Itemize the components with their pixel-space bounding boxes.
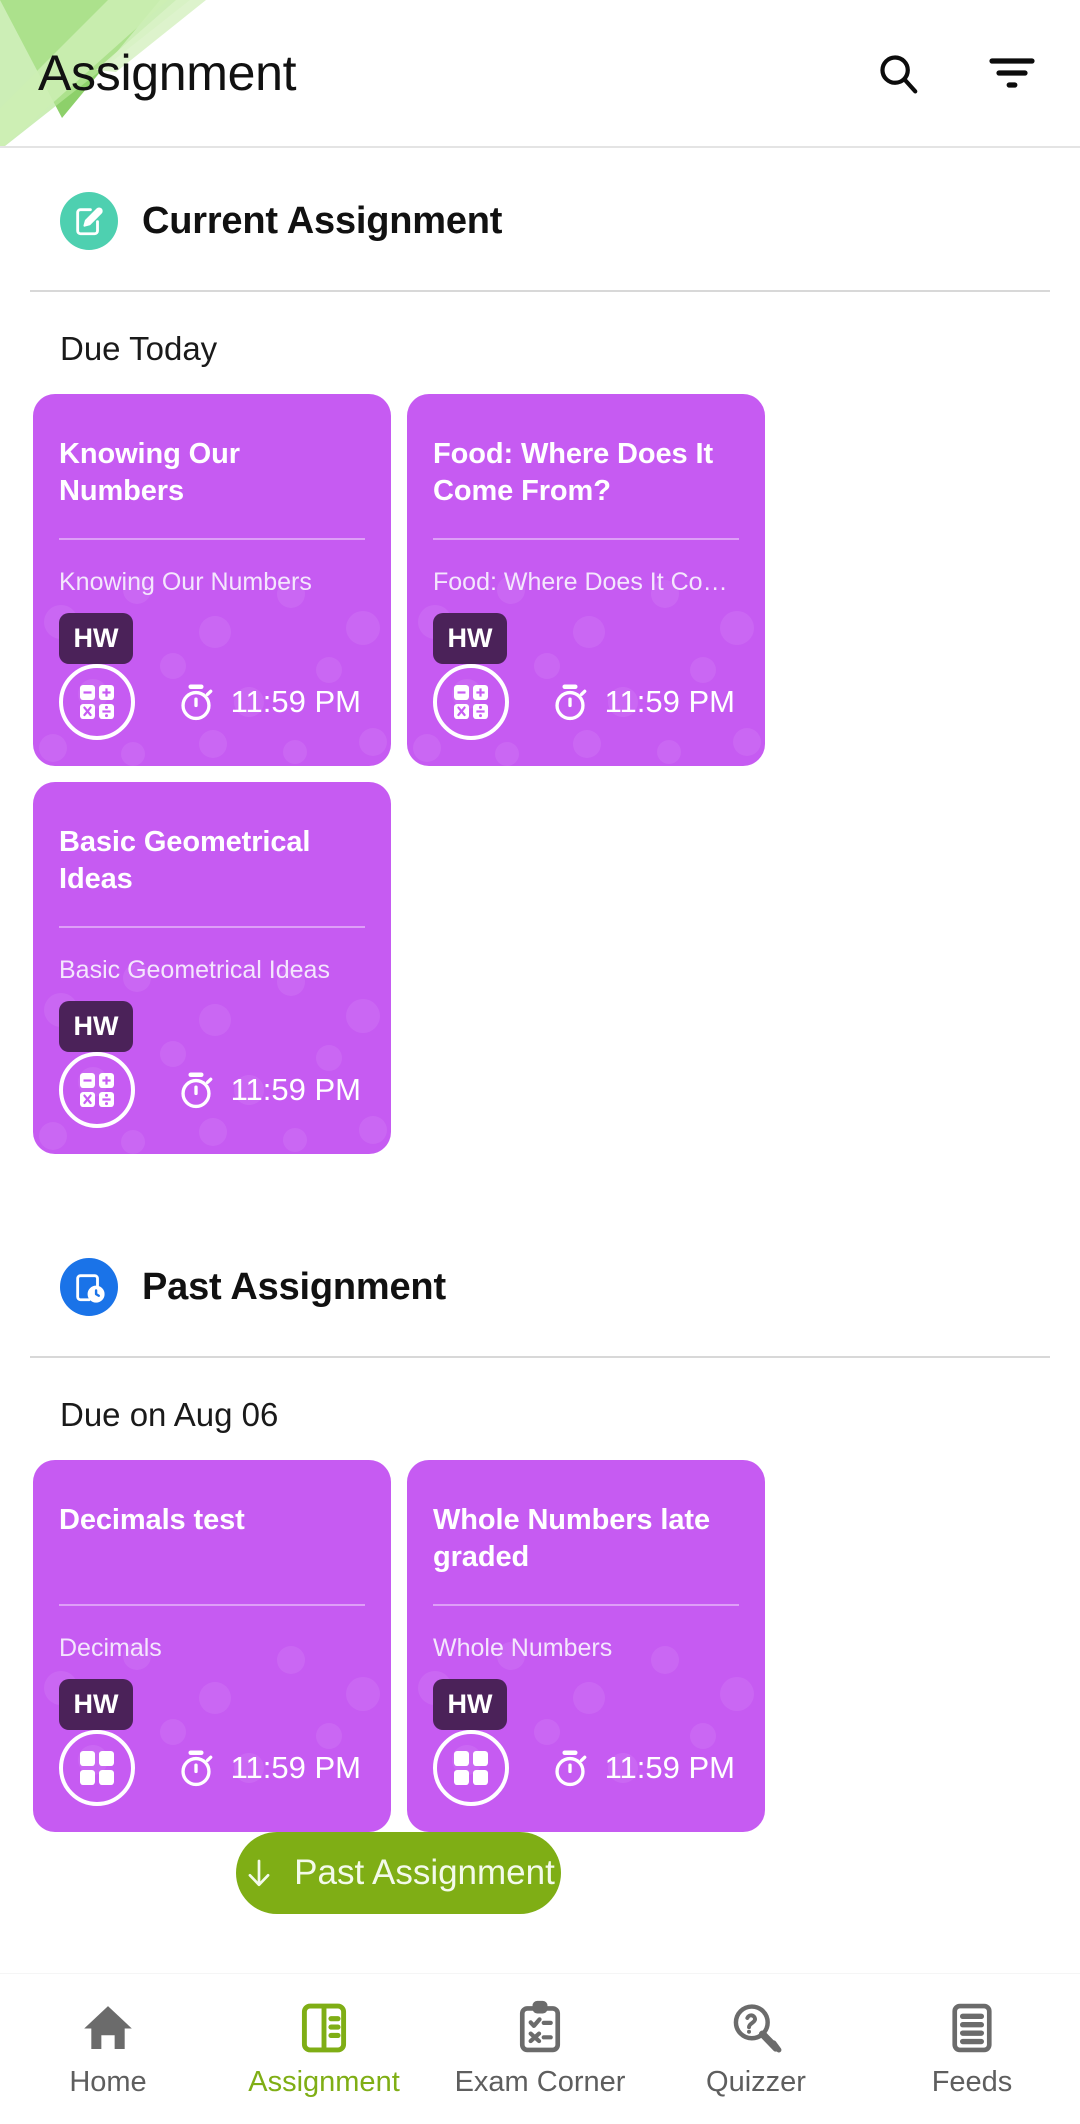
due-time: 11:59 PM <box>549 681 739 723</box>
section-header-past: Past Assignment <box>0 1214 1080 1356</box>
document-edit-icon <box>60 192 118 250</box>
calculator-icon <box>59 664 135 740</box>
assignment-screen: Assignment Current Assignment Due Today … <box>0 0 1080 2124</box>
nav-label: Quizzer <box>706 2065 806 2098</box>
stopwatch-icon <box>180 1072 212 1109</box>
search-button[interactable] <box>870 45 926 101</box>
assignment-card[interactable]: Knowing Our Numbers Knowing Our Numbers … <box>33 394 391 766</box>
current-assignment-grid: Knowing Our Numbers Knowing Our Numbers … <box>0 394 1080 1154</box>
card-subtitle: Basic Geometrical Ideas <box>59 955 330 984</box>
stopwatch-icon <box>554 1750 586 1787</box>
feed-list-icon <box>952 2003 992 2052</box>
card-subtitle: Whole Numbers <box>433 1633 613 1662</box>
search-icon <box>880 55 918 94</box>
due-time: 11:59 PM <box>175 1069 365 1111</box>
due-label-today: Due Today <box>60 330 218 367</box>
status-badge: HW <box>433 1678 507 1730</box>
quiz-magnifier-icon <box>733 2003 782 2052</box>
nav-label: Exam Corner <box>454 2065 626 2098</box>
section-title-past: Past Assignment <box>142 1265 446 1308</box>
due-time-text: 11:59 PM <box>604 1750 735 1785</box>
calculator-icon <box>59 1730 135 1806</box>
bottom-navigation: Home Assignment Exam Corner Quizzer Feed… <box>0 1974 1080 2124</box>
due-time: 11:59 PM <box>175 1747 365 1789</box>
assignment-card[interactable]: Basic Geometrical Ideas Basic Geometrica… <box>33 782 391 1154</box>
card-title: Decimals test <box>59 1504 245 1536</box>
card-divider <box>59 1604 365 1606</box>
nav-item-feeds[interactable]: Feeds <box>864 2000 1080 2099</box>
nav-label: Home <box>69 2065 147 2098</box>
nav-item-home[interactable]: Home <box>0 2000 216 2099</box>
assignment-card[interactable]: Food: Where Does It Come From? Food: Whe… <box>407 394 765 766</box>
fab-label: Past Assignment <box>294 1853 555 1892</box>
card-divider <box>433 538 739 540</box>
status-badge: HW <box>59 1000 133 1052</box>
assignment-card[interactable]: Decimals test Decimals HW 11:59 PM <box>33 1460 391 1832</box>
document-clock-icon <box>60 1258 118 1316</box>
card-title: Knowing Our Numbers <box>59 438 240 508</box>
past-assignment-fab[interactable]: Past Assignment <box>236 1832 561 1914</box>
status-badge: HW <box>59 1678 133 1730</box>
filter-button[interactable] <box>984 45 1040 101</box>
filter-icon <box>989 58 1035 88</box>
nav-item-quizzer[interactable]: Quizzer <box>648 2000 864 2099</box>
stopwatch-icon <box>180 1750 212 1787</box>
nav-label: Assignment <box>248 2065 400 2098</box>
arrow-down-icon <box>248 1859 270 1887</box>
due-time: 11:59 PM <box>175 681 365 723</box>
status-badge: HW <box>59 612 133 664</box>
card-divider <box>433 1604 739 1606</box>
due-time: 11:59 PM <box>549 1747 739 1789</box>
assignment-card[interactable]: Whole Numbers late graded Whole Numbers … <box>407 1460 765 1832</box>
section-title-current: Current Assignment <box>142 199 503 242</box>
card-title: Whole Numbers late graded <box>433 1504 710 1574</box>
calculator-icon <box>433 1730 509 1806</box>
card-divider <box>59 538 365 540</box>
stopwatch-icon <box>180 684 212 721</box>
card-divider <box>59 926 365 928</box>
book-icon <box>301 2003 347 2052</box>
scroll-content[interactable]: Current Assignment Due Today Knowing Our… <box>0 148 1080 2124</box>
app-header: Assignment <box>0 0 1080 148</box>
section-header-current: Current Assignment <box>0 148 1080 290</box>
nav-label: Feeds <box>931 2065 1013 2098</box>
clipboard-check-icon <box>519 2000 561 2052</box>
card-title: Basic Geometrical Ideas <box>59 826 311 896</box>
due-time-text: 11:59 PM <box>604 684 735 719</box>
nav-item-exam-corner[interactable]: Exam Corner <box>432 2000 648 2099</box>
stopwatch-icon <box>554 684 586 721</box>
calculator-icon <box>59 1052 135 1128</box>
card-subtitle: Food: Where Does It Come Fro... <box>433 567 739 596</box>
past-assignment-grid: Decimals test Decimals HW 11:59 PM Whole… <box>0 1460 1080 1832</box>
nav-item-assignment[interactable]: Assignment <box>216 2000 432 2099</box>
card-subtitle: Knowing Our Numbers <box>59 567 312 596</box>
status-badge: HW <box>433 612 507 664</box>
due-time-text: 11:59 PM <box>230 1750 361 1785</box>
due-label-past: Due on Aug 06 <box>60 1396 279 1433</box>
home-icon <box>84 2005 132 2049</box>
card-subtitle: Decimals <box>59 1633 162 1662</box>
due-time-text: 11:59 PM <box>230 684 361 719</box>
calculator-icon <box>433 664 509 740</box>
card-title: Food: Where Does It Come From? <box>433 438 714 508</box>
page-title: Assignment <box>38 45 297 101</box>
due-time-text: 11:59 PM <box>230 1072 361 1107</box>
